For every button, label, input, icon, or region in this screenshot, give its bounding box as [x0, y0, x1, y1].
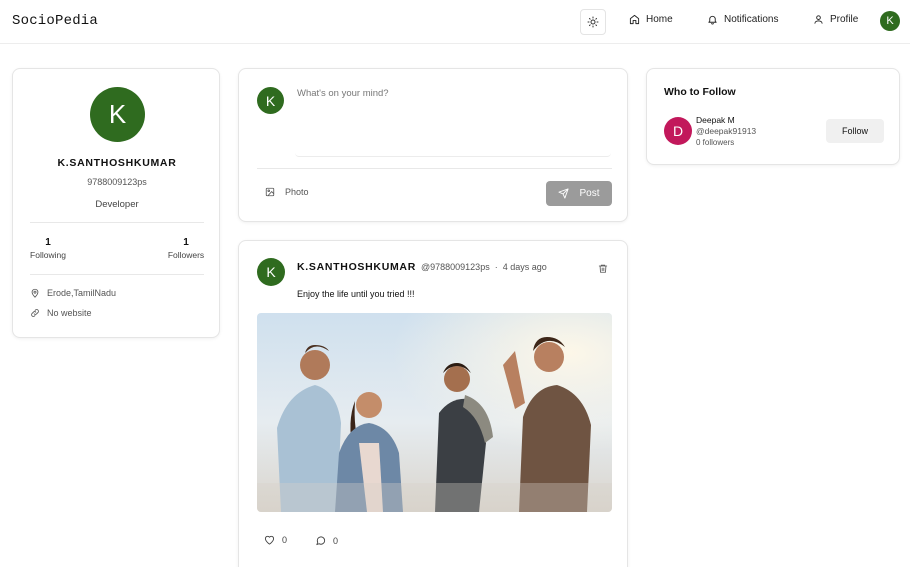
post-timestamp: 4 days ago: [502, 262, 547, 272]
photo-button[interactable]: Photo: [265, 187, 309, 197]
nav-home-label: Home: [646, 14, 673, 25]
post-header: K.SANTHOSHKUMAR @9788009123ps · 4 days a…: [297, 261, 547, 273]
send-icon: [558, 188, 570, 199]
comment-icon: [315, 535, 326, 546]
post-author-name[interactable]: K.SANTHOSHKUMAR: [297, 261, 416, 273]
suggestion-name[interactable]: Deepak M: [696, 115, 735, 125]
user-icon: [813, 14, 824, 25]
who-to-follow-card: Who to Follow D Deepak M @deepak91913 0 …: [646, 68, 900, 165]
user-avatar[interactable]: K: [880, 11, 900, 31]
profile-name[interactable]: K.SANTHOSHKUMAR: [13, 157, 221, 169]
like-count: 0: [282, 535, 288, 545]
theme-toggle-button[interactable]: [580, 9, 606, 35]
post-separator: ·: [494, 262, 498, 272]
post-composer: K Photo Post: [238, 68, 628, 222]
post-input[interactable]: [295, 85, 611, 157]
link-icon: [30, 308, 40, 318]
nav-profile[interactable]: Profile: [813, 14, 858, 25]
sun-icon: [587, 16, 599, 28]
followers-count: 1: [183, 237, 189, 248]
top-navbar: SocioPedia Home Notifications Profile K: [0, 0, 910, 44]
like-button[interactable]: 0: [264, 535, 287, 545]
home-icon: [629, 14, 640, 25]
divider: [30, 274, 204, 275]
post-image[interactable]: [257, 313, 612, 512]
image-icon: [265, 187, 275, 197]
following-label: Following: [30, 250, 66, 260]
following-stat[interactable]: 1 Following: [30, 237, 66, 260]
post-label: Post: [579, 188, 600, 199]
website-row: No website: [30, 308, 92, 318]
divider: [257, 168, 612, 169]
suggestion-handle: @deepak91913: [696, 126, 757, 136]
location-row: Erode,TamilNadu: [30, 288, 116, 298]
divider: [30, 222, 204, 223]
heart-icon: [264, 535, 275, 545]
profile-handle: 9788009123ps: [87, 177, 147, 187]
location-text: Erode,TamilNadu: [47, 288, 117, 298]
trash-icon: [598, 263, 608, 274]
following-count: 1: [45, 237, 51, 248]
followers-stat[interactable]: 1 Followers: [166, 237, 206, 260]
nav-notifications-label: Notifications: [724, 14, 779, 25]
post-button[interactable]: Post: [546, 181, 612, 206]
profile-avatar[interactable]: K: [90, 87, 145, 142]
post-text: Enjoy the life until you tried !!!: [297, 289, 415, 299]
nav-profile-label: Profile: [830, 14, 859, 25]
composer-avatar: K: [257, 87, 284, 114]
post-author-avatar[interactable]: K: [257, 258, 285, 286]
suggestion-followers: 0 followers: [696, 138, 735, 147]
map-pin-icon: [30, 288, 40, 298]
followers-label: Followers: [167, 250, 205, 260]
suggestion-avatar[interactable]: D: [664, 117, 692, 145]
follow-button[interactable]: Follow: [826, 119, 884, 143]
profile-card: K K.SANTHOSHKUMAR 9788009123ps Developer…: [12, 68, 220, 338]
brand-logo[interactable]: SocioPedia: [12, 13, 98, 29]
photo-label: Photo: [285, 187, 309, 197]
post-author-handle: @9788009123ps: [421, 262, 490, 272]
comment-button[interactable]: 0: [315, 535, 338, 546]
nav-notifications[interactable]: Notifications: [707, 14, 778, 25]
comment-count: 0: [333, 535, 339, 546]
who-to-follow-title: Who to Follow: [664, 86, 736, 98]
post-card: K K.SANTHOSHKUMAR @9788009123ps · 4 days…: [238, 240, 628, 567]
nav-home[interactable]: Home: [629, 14, 673, 25]
bell-icon: [707, 14, 718, 25]
delete-post-button[interactable]: [598, 263, 608, 274]
website-text: No website: [47, 308, 92, 318]
profile-role: Developer: [95, 199, 139, 210]
